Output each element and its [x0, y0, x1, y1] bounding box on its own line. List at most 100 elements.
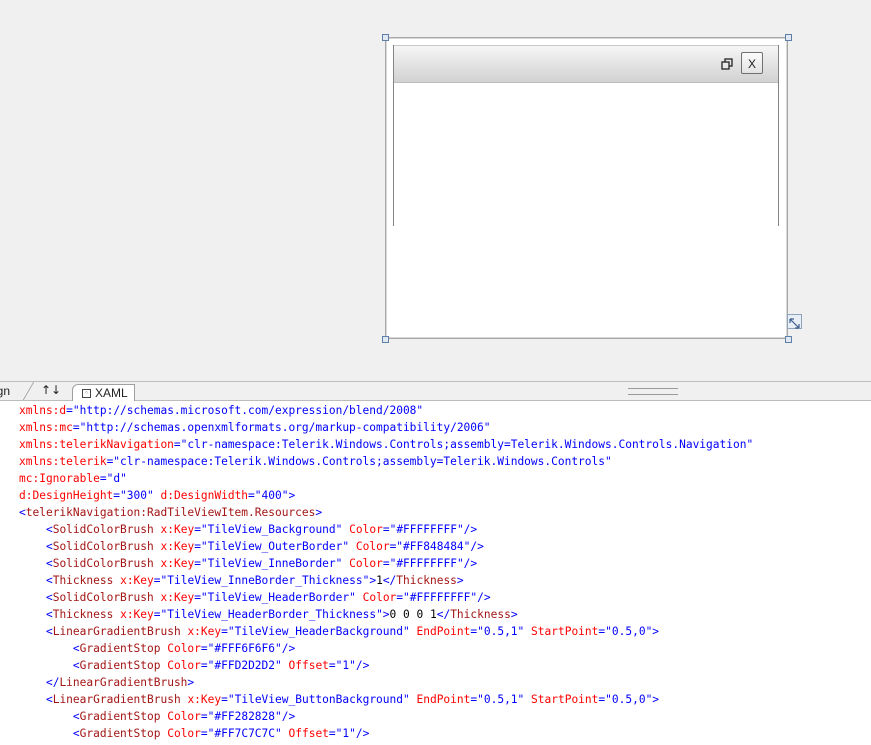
- code-token: ": [275, 659, 289, 672]
- code-line[interactable]: <GradientStop Color="#FFD2D2D2" Offset="…: [19, 657, 369, 674]
- code-token: SolidColorBrush: [52, 591, 154, 604]
- code-token: =": [72, 421, 87, 434]
- code-token: =": [382, 557, 397, 570]
- code-line[interactable]: <SolidColorBrush x:Key="TileView_InneBor…: [19, 555, 477, 572]
- code-token: Color: [355, 540, 390, 553]
- code-line[interactable]: <LinearGradientBrush x:Key="TileView_Hea…: [19, 623, 659, 640]
- code-token: x:Key: [187, 625, 222, 638]
- code-line[interactable]: xmlns:telerik="clr-namespace:Telerik.Win…: [19, 453, 612, 470]
- code-token: =": [106, 455, 121, 468]
- code-token: Color: [349, 523, 383, 536]
- resize-handle-top-right[interactable]: [785, 34, 792, 41]
- resize-handle-bottom-right[interactable]: [785, 336, 792, 343]
- code-token: "/>: [349, 659, 370, 672]
- code-line[interactable]: <telerikNavigation:RadTileViewItem.Resou…: [19, 504, 322, 521]
- code-token: x:Key: [160, 540, 195, 553]
- code-line[interactable]: <SolidColorBrush x:Key="TileView_HeaderB…: [19, 589, 491, 606]
- code-token: 0.5,1: [483, 693, 518, 706]
- code-token: ">: [645, 693, 660, 706]
- code-line[interactable]: <SolidColorBrush x:Key="TileView_Backgro…: [19, 521, 477, 538]
- code-token: TileView_InneBorder: [207, 557, 336, 570]
- code-token: x:Key: [187, 693, 222, 706]
- code-token: xmlns:d: [19, 404, 67, 417]
- code-token: xmlns:telerikNavigation: [19, 438, 174, 451]
- code-line[interactable]: <Thickness x:Key="TileView_InneBorder_Th…: [19, 572, 464, 589]
- restore-icon[interactable]: [719, 57, 735, 71]
- code-token: 400: [261, 489, 282, 502]
- code-line[interactable]: </LinearGradientBrush>: [19, 674, 194, 691]
- close-button[interactable]: X: [741, 52, 763, 74]
- splitter-grip[interactable]: [628, 388, 678, 395]
- code-token: LinearGradientBrush: [52, 693, 181, 706]
- code-token: <: [45, 625, 53, 638]
- code-token: StartPoint: [531, 625, 599, 638]
- code-token: LinearGradientBrush: [59, 676, 188, 689]
- code-token: </: [45, 676, 60, 689]
- code-token: =": [221, 693, 235, 706]
- code-token: Color: [362, 591, 397, 604]
- expand-icon[interactable]: [787, 314, 802, 329]
- code-token: ": [275, 727, 289, 740]
- swap-panes-icon[interactable]: ↑↓: [41, 383, 61, 397]
- tab-design[interactable]: ign: [0, 384, 10, 398]
- code-token: >: [510, 608, 518, 621]
- code-line[interactable]: d:DesignHeight="300" d:DesignWidth="400"…: [19, 487, 295, 504]
- code-token: ": [335, 523, 350, 536]
- code-line[interactable]: <LinearGradientBrush x:Key="TileView_But…: [19, 691, 659, 708]
- code-token: TileView_Background: [207, 523, 336, 536]
- code-token: <: [72, 642, 80, 655]
- tab-xaml[interactable]: ◦ XAML: [72, 384, 135, 402]
- code-line[interactable]: <GradientStop Color="#FFF6F6F6"/>: [19, 640, 295, 657]
- code-line[interactable]: <SolidColorBrush x:Key="TileView_OuterBo…: [19, 538, 484, 555]
- code-token: <: [45, 591, 53, 604]
- code-token: "/>: [463, 540, 484, 553]
- code-line[interactable]: xmlns:d="http://schemas.microsoft.com/ex…: [19, 402, 423, 419]
- code-token: 300: [126, 489, 147, 502]
- code-token: =": [194, 523, 208, 536]
- code-token: GradientStop: [79, 710, 161, 723]
- code-token: TileView_ButtonBackground: [234, 693, 403, 706]
- code-token: ": [349, 591, 363, 604]
- code-token: "/>: [456, 523, 478, 536]
- code-line[interactable]: xmlns:mc="http://schemas.openxmlformats.…: [19, 419, 491, 436]
- code-token: =": [328, 659, 343, 672]
- tab-separator: [22, 382, 35, 400]
- code-token: Offset: [288, 659, 329, 672]
- code-token: ": [403, 693, 417, 706]
- code-line[interactable]: <Thickness x:Key="TileView_HeaderBorder_…: [19, 606, 518, 623]
- xaml-code-editor[interactable]: xmlns:d="http://schemas.microsoft.com/ex…: [0, 401, 871, 745]
- code-token: <: [45, 523, 53, 536]
- code-token: >: [315, 506, 323, 519]
- code-token: "/>: [275, 642, 296, 655]
- code-line[interactable]: mc:Ignorable="d": [19, 470, 127, 487]
- code-token: #FFFFFFFF: [409, 591, 471, 604]
- code-token: ": [120, 472, 127, 485]
- code-token: =": [396, 591, 410, 604]
- code-token: ": [342, 540, 356, 553]
- code-line[interactable]: <GradientStop Color="#FF7C7C7C" Offset="…: [19, 725, 369, 742]
- code-token: ": [517, 625, 532, 638]
- resize-handle-bottom-left[interactable]: [382, 336, 389, 343]
- code-token: <: [45, 540, 53, 553]
- code-line[interactable]: xmlns:telerikNavigation="clr-namespace:T…: [19, 436, 753, 453]
- code-token: Offset: [288, 727, 329, 740]
- code-token: GradientStop: [79, 642, 161, 655]
- code-token: =": [66, 404, 80, 417]
- code-token: ">: [362, 574, 377, 587]
- code-token: x:Key: [160, 523, 195, 536]
- code-token: =": [153, 574, 168, 587]
- code-token: 0.5,0: [611, 693, 646, 706]
- code-token: =": [382, 523, 397, 536]
- resize-handle-top-left[interactable]: [382, 34, 389, 41]
- code-line[interactable]: <GradientStop Color="#FF282828"/>: [19, 708, 295, 725]
- design-surface[interactable]: X: [0, 0, 871, 381]
- code-token: =": [200, 727, 215, 740]
